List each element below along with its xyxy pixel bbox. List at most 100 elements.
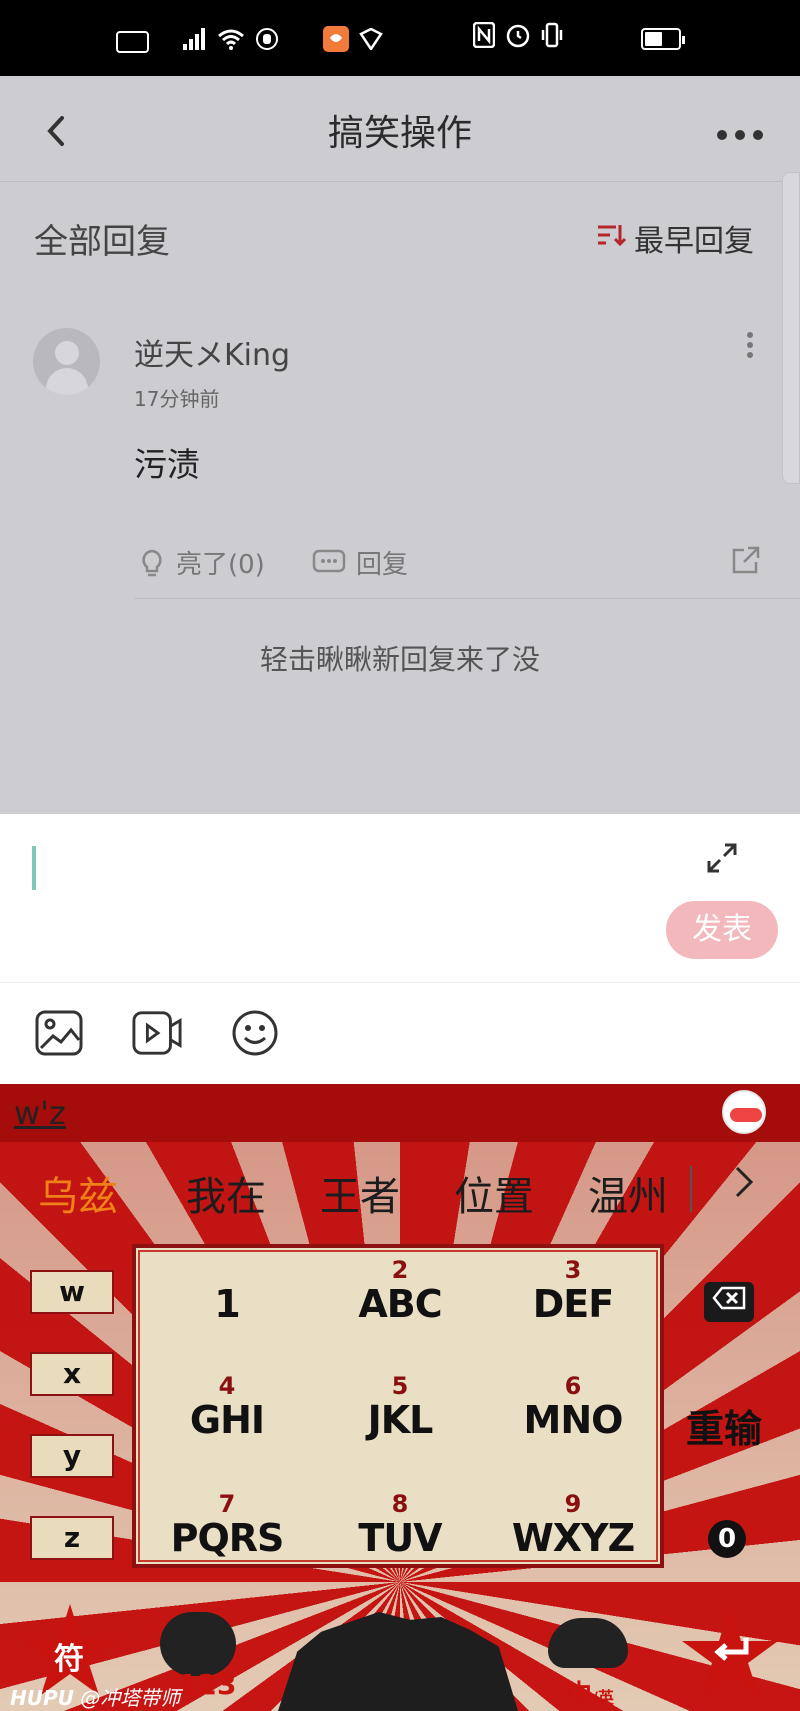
- candidate-3[interactable]: 王者: [320, 1164, 400, 1222]
- chevron-right-icon: [735, 1166, 754, 1198]
- sort-button[interactable]: 最早回复: [596, 216, 754, 260]
- section-title: 全部回复: [34, 222, 170, 262]
- hd-icon: HD: [116, 30, 150, 53]
- key-letters: PQRS: [170, 1516, 285, 1560]
- key-letters: DEF: [532, 1282, 614, 1326]
- backspace-icon: [712, 1286, 746, 1310]
- avatar-body: [46, 368, 88, 395]
- watermark: HUPU @冲塔带师: [10, 1682, 180, 1711]
- more-vertical-icon: [747, 332, 753, 358]
- image-icon: [35, 1010, 83, 1056]
- like-label: 亮了(0): [176, 550, 265, 580]
- hand-icon: [255, 27, 279, 57]
- candidate-5[interactable]: 温州: [588, 1164, 668, 1222]
- zero-key[interactable]: 0: [708, 1520, 746, 1558]
- more-button[interactable]: [716, 110, 764, 151]
- send-button[interactable]: 发表: [666, 901, 778, 959]
- key-1[interactable]: 1: [152, 1256, 302, 1326]
- expand-button[interactable]: [706, 842, 738, 883]
- key-digit: 3: [564, 1256, 582, 1284]
- watermark-user: @冲塔带师: [80, 1686, 181, 1710]
- number-key-label: 123: [178, 1668, 237, 1701]
- candidate-expand-button[interactable]: [732, 1164, 756, 1210]
- keyboard-logo-icon[interactable]: [722, 1090, 766, 1134]
- key-digit: 6: [564, 1372, 582, 1400]
- lightbulb-icon: [142, 549, 162, 576]
- key-letters: GHI: [189, 1398, 265, 1442]
- side-key-z[interactable]: z: [30, 1516, 114, 1560]
- key-4[interactable]: 4 GHI: [152, 1372, 302, 1442]
- language-key-label: 中/英: [566, 1674, 614, 1711]
- video-button[interactable]: [132, 1008, 182, 1058]
- lang-sub: /英: [592, 1688, 614, 1707]
- wifi-icon: [217, 28, 245, 56]
- side-key-w[interactable]: w: [30, 1270, 114, 1314]
- candidate-4[interactable]: 位置: [454, 1164, 534, 1222]
- alarm-icon: [505, 22, 531, 55]
- video-icon: [132, 1011, 182, 1055]
- delete-key[interactable]: [704, 1282, 754, 1322]
- key-letters: WXYZ: [511, 1516, 635, 1560]
- comment-icon: [312, 549, 346, 572]
- vibrate-icon: [541, 22, 563, 55]
- share-button[interactable]: [730, 544, 762, 584]
- key-9[interactable]: 9 WXYZ: [498, 1490, 648, 1560]
- app-icon: [322, 25, 349, 58]
- key-8[interactable]: 8 TUV: [325, 1490, 475, 1560]
- composer-toolbar: [0, 982, 800, 1084]
- reply-button[interactable]: 回复: [312, 544, 408, 581]
- key-6[interactable]: 6 MNO: [498, 1372, 648, 1442]
- number-key[interactable]: [160, 1612, 236, 1676]
- sort-label: 最早回复: [634, 224, 754, 259]
- lang-main: 中: [566, 1680, 593, 1710]
- key-letters: 1: [214, 1282, 240, 1326]
- network-label: 4G: [159, 28, 181, 45]
- shield-icon: [358, 27, 383, 56]
- symbol-key-label: 符: [54, 1642, 84, 1677]
- enter-icon: [712, 1636, 752, 1674]
- load-more-link[interactable]: 轻击瞅瞅新回复来了没: [0, 638, 800, 678]
- battery-icon: [641, 27, 686, 50]
- page-title: 搞笑操作: [327, 113, 472, 154]
- key-3[interactable]: 3 DEF: [498, 1256, 648, 1326]
- candidate-separator: [690, 1166, 692, 1212]
- text-cursor: [32, 846, 36, 890]
- keyboard-pinyin-bar: [0, 1084, 800, 1142]
- expand-icon: [707, 843, 737, 873]
- reply-more-button[interactable]: [746, 332, 754, 358]
- reply-content: 污渍: [134, 445, 200, 484]
- key-digit: 5: [391, 1372, 409, 1400]
- reply-label: 回复: [356, 550, 409, 580]
- pinyin-composition: w'z: [14, 1094, 66, 1132]
- side-key-x[interactable]: x: [30, 1352, 114, 1396]
- reinput-key[interactable]: 重输: [686, 1398, 762, 1453]
- key-digit: 2: [391, 1256, 409, 1284]
- status-right-icons: 47% 10:34: [473, 21, 772, 55]
- side-key-y[interactable]: y: [30, 1434, 114, 1478]
- reply-username[interactable]: 逆天メKing: [134, 330, 290, 374]
- scrollbar[interactable]: [782, 172, 800, 484]
- like-button[interactable]: 亮了(0): [138, 544, 265, 581]
- candidate-1[interactable]: 乌兹: [38, 1164, 118, 1222]
- divider: [134, 598, 800, 599]
- reply-input-area[interactable]: [0, 814, 800, 982]
- key-2[interactable]: 2 ABC: [325, 1256, 475, 1326]
- language-key[interactable]: [548, 1618, 628, 1668]
- key-letters: TUV: [358, 1516, 442, 1560]
- share-icon: [732, 546, 760, 574]
- status-left-icons: HD 4G 支: [116, 24, 383, 59]
- key-7[interactable]: 7 PQRS: [152, 1490, 302, 1560]
- image-button[interactable]: [34, 1008, 84, 1058]
- candidate-2[interactable]: 我在: [186, 1164, 266, 1222]
- battery-percent: 47%: [573, 23, 632, 54]
- key-5[interactable]: 5 JKL: [325, 1372, 475, 1442]
- sort-icon: [596, 222, 627, 255]
- key-letters: JKL: [367, 1398, 434, 1442]
- more-horizontal-icon: [717, 130, 763, 140]
- emoji-button[interactable]: [230, 1008, 280, 1058]
- key-digit: [152, 1256, 302, 1282]
- key-letters: ABC: [358, 1282, 442, 1326]
- avatar[interactable]: [33, 328, 100, 395]
- key-digit: 4: [218, 1372, 236, 1400]
- alipay-icon: 支: [288, 30, 313, 58]
